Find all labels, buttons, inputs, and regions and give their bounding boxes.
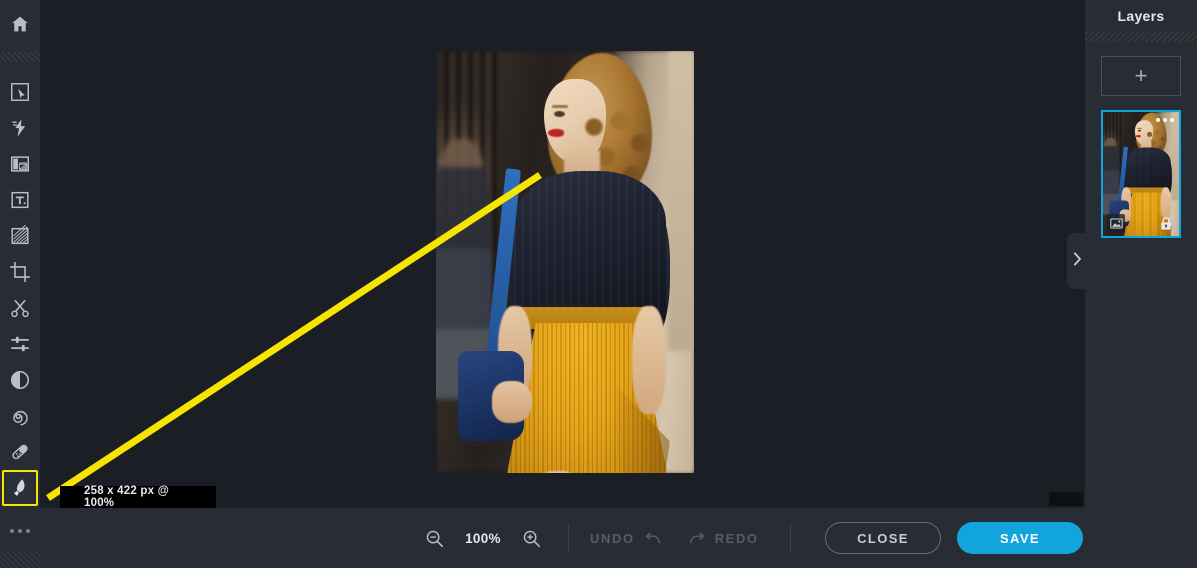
tool-overlays[interactable]	[2, 218, 38, 254]
tool-text[interactable]	[2, 182, 38, 218]
tool-cutout[interactable]	[2, 290, 38, 326]
zoom-in-button[interactable]	[522, 529, 541, 548]
more-tools-button[interactable]	[0, 516, 40, 546]
tool-adjust[interactable]	[2, 326, 38, 362]
layer-menu-button[interactable]	[1156, 118, 1174, 122]
layers-panel-title: Layers	[1117, 8, 1165, 24]
tool-crop[interactable]	[2, 254, 38, 290]
home-button[interactable]	[0, 0, 40, 52]
undo-button[interactable]: UNDO	[590, 531, 662, 546]
tool-quickfix[interactable]	[2, 110, 38, 146]
panel-collapse-button[interactable]	[1067, 233, 1087, 289]
tool-select[interactable]	[2, 74, 38, 110]
save-button[interactable]: SAVE	[957, 522, 1083, 554]
layers-panel-divider	[1085, 32, 1197, 42]
canvas-image[interactable]	[436, 51, 694, 473]
tool-blur[interactable]	[2, 398, 38, 434]
photo-content	[436, 51, 694, 473]
left-toolbar	[0, 0, 40, 568]
photo-editor-window: 258 x 422 px @ 100% Layers + 100% UNDO R…	[0, 0, 1197, 568]
zoom-out-button[interactable]	[425, 529, 444, 548]
zoom-in-icon	[523, 530, 541, 547]
zoom-level-value[interactable]: 100%	[462, 531, 504, 546]
layer-item[interactable]	[1101, 110, 1181, 238]
canvas-horizontal-scrollbar[interactable]	[1049, 492, 1083, 506]
close-button[interactable]: CLOSE	[825, 522, 941, 554]
tool-list	[0, 74, 40, 506]
zoom-controls: 100%	[425, 508, 541, 568]
chevron-right-icon	[1073, 251, 1082, 271]
redo-button[interactable]: REDO	[688, 531, 759, 546]
history-controls: UNDO REDO	[590, 508, 759, 568]
bottom-toolbar: 100% UNDO REDO CLOSE SAVE	[0, 508, 1197, 568]
toolbar-separator-left	[568, 523, 569, 553]
layers-panel: Layers +	[1067, 0, 1197, 508]
toolbar-bottom-divider	[0, 552, 40, 568]
undo-arrow-icon	[645, 532, 660, 544]
tool-heal[interactable]	[2, 434, 38, 470]
action-buttons: CLOSE SAVE	[825, 508, 1083, 568]
layer-lock-icon[interactable]	[1157, 214, 1175, 232]
tool-contrast[interactable]	[2, 362, 38, 398]
toolbar-divider	[0, 52, 40, 62]
canvas-area: 258 x 422 px @ 100%	[40, 0, 1085, 568]
home-icon	[10, 14, 30, 39]
more-horizontal-icon	[10, 529, 30, 533]
add-layer-button[interactable]: +	[1101, 56, 1181, 96]
toolbar-separator-right	[790, 523, 791, 553]
redo-label: REDO	[714, 530, 759, 546]
tool-brush[interactable]	[2, 470, 38, 506]
tool-frames[interactable]	[2, 146, 38, 182]
plus-icon: +	[1134, 63, 1148, 88]
layer-type-image-icon	[1107, 214, 1125, 232]
zoom-out-icon	[426, 530, 444, 547]
undo-label: UNDO	[590, 530, 635, 546]
redo-arrow-icon	[689, 532, 704, 544]
canvas-viewport[interactable]	[40, 0, 1085, 508]
